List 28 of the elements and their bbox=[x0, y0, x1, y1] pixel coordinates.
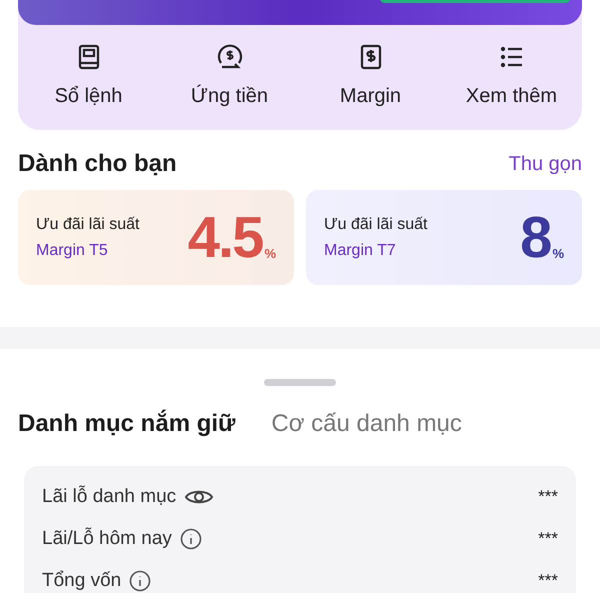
info-icon[interactable] bbox=[180, 528, 202, 550]
percent-sign: % bbox=[552, 246, 564, 260]
promo-card[interactable]: Ưu đãi lãi suất Margin T7 8% bbox=[306, 190, 582, 285]
info-icon[interactable] bbox=[129, 570, 152, 592]
promo-subtitle: Margin T5 bbox=[36, 242, 109, 260]
quick-action-button[interactable]: Sổ lệnh bbox=[18, 43, 159, 108]
portfolio-tab[interactable]: Danh mục nắm giữ bbox=[18, 410, 236, 438]
collapse-link[interactable]: Thu gọn bbox=[508, 152, 582, 176]
summary-label: Lãi/Lỗ hôm nay bbox=[42, 528, 172, 550]
hidden-value: *** bbox=[538, 528, 558, 548]
promo-title: Ưu đãi lãi suất bbox=[36, 216, 140, 234]
summary-label: Tổng vốn bbox=[42, 570, 122, 592]
promo-rate: 4.5 bbox=[188, 208, 262, 266]
dollar-coin-arrow-icon bbox=[216, 43, 244, 71]
promo-subtitle: Margin T7 bbox=[324, 242, 397, 260]
quick-action-button[interactable]: Xem thêm bbox=[441, 43, 582, 108]
hidden-value: *** bbox=[538, 570, 558, 590]
promo-title: Ưu đãi lãi suất bbox=[324, 216, 428, 234]
promo-rate: 8 bbox=[520, 208, 550, 266]
summary-label: Lãi lỗ danh mục bbox=[42, 486, 176, 508]
percent-sign: % bbox=[264, 246, 276, 260]
drag-handle[interactable] bbox=[264, 379, 336, 386]
section-title: Dành cho bạn bbox=[18, 150, 177, 178]
hidden-value: *** bbox=[538, 486, 558, 506]
portfolio-tab[interactable]: Cơ cấu danh mục bbox=[271, 410, 462, 438]
promo-card[interactable]: Ưu đãi lãi suất Margin T5 4.5% bbox=[18, 190, 294, 285]
quick-action-button[interactable]: Ứng tiền bbox=[159, 43, 300, 108]
quick-action-button[interactable]: Margin bbox=[300, 43, 441, 108]
